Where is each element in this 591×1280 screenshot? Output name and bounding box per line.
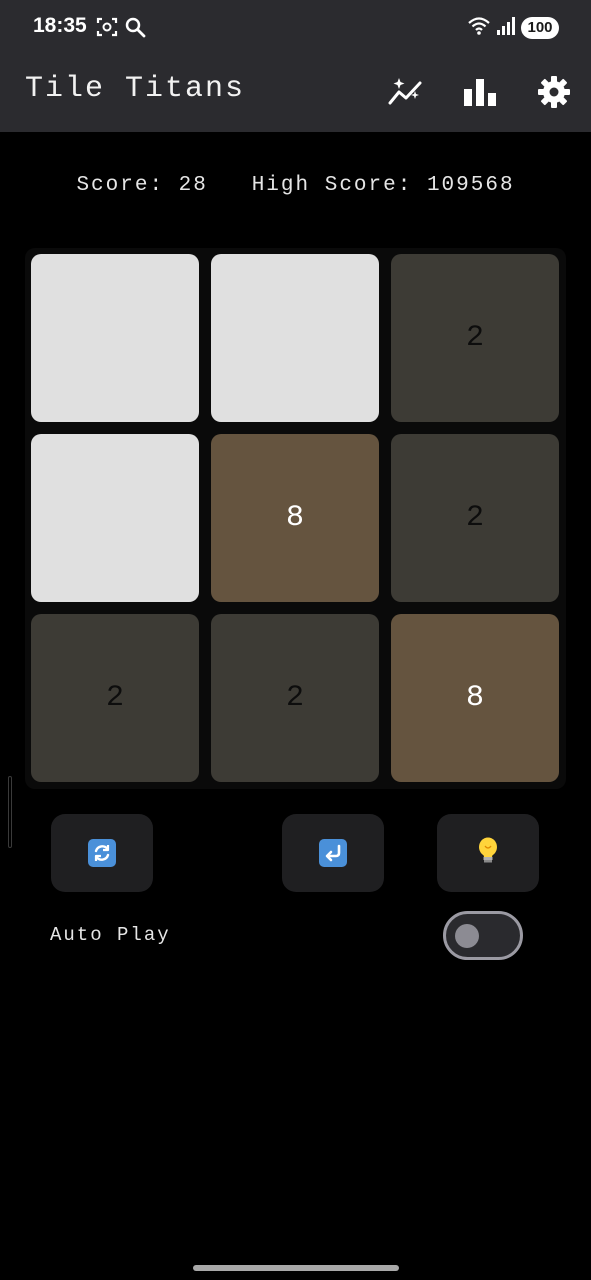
status-bar: 18:35 100 [0,0,591,56]
tile-2: 2 [391,434,559,602]
settings-button[interactable] [530,70,578,118]
hint-button[interactable] [437,814,539,892]
undo-arrow-icon [319,839,347,867]
high-score-label: High Score: [251,174,413,197]
leaderboard-button[interactable] [456,70,504,118]
high-score-value: 109568 [426,174,515,197]
auto-play-toggle[interactable] [443,911,523,960]
undo-button[interactable] [282,814,384,892]
screenshot-scan-icon [96,16,118,42]
status-icons-left [96,16,146,42]
tile-empty [31,254,199,422]
game-board[interactable]: 282228 [25,248,566,789]
lightbulb-icon [475,836,501,870]
score-label: Score: [76,174,165,197]
restart-button[interactable] [51,814,153,892]
stats-trend-button[interactable] [382,70,430,118]
tile-2: 2 [391,254,559,422]
tile-2: 2 [31,614,199,782]
magic-chart-icon [387,75,425,113]
tile-2: 2 [211,614,379,782]
status-time: 18:35 [33,14,87,37]
bar-chart-icon [463,77,497,111]
tile-8: 8 [391,614,559,782]
score-value: 28 [178,174,208,197]
tile-8: 8 [211,434,379,602]
restart-arrows-icon [88,839,116,867]
auto-play-label: Auto Play [50,924,171,946]
home-indicator[interactable] [193,1265,399,1271]
signal-icon [497,16,515,40]
wifi-icon [467,16,491,40]
edge-handle [8,776,12,848]
gear-icon [537,75,571,113]
search-icon [124,16,146,42]
app-bar: Tile Titans [0,56,591,132]
tile-empty [31,434,199,602]
toggle-knob [455,924,479,948]
score-line: Score: 28 High Score: 109568 [0,174,591,197]
tile-empty [211,254,379,422]
app-title: Tile Titans [25,72,246,106]
battery-icon: 100 [521,17,559,39]
status-icons-right: 100 [467,16,559,40]
